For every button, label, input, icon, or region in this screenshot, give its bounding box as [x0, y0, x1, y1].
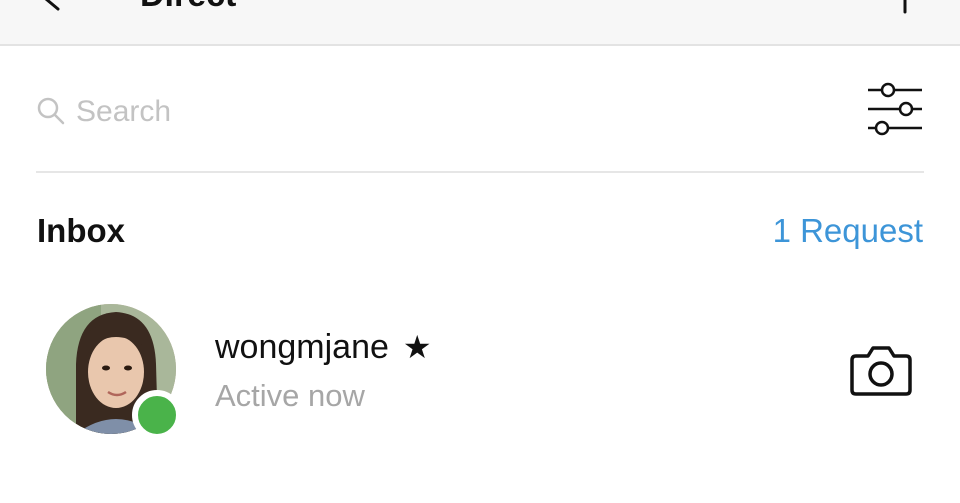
- back-arrow-icon[interactable]: [38, 0, 64, 12]
- message-requests-link[interactable]: 1 Request: [773, 212, 923, 250]
- camera-icon[interactable]: [850, 342, 912, 398]
- inbox-heading: Inbox: [37, 212, 125, 249]
- conversation-row[interactable]: wongmjane ★ Active now: [0, 290, 960, 450]
- online-status-dot: [132, 390, 182, 440]
- page-title: Direct: [140, 0, 236, 12]
- star-icon: ★: [402, 329, 432, 365]
- conversation-title: wongmjane ★: [215, 328, 432, 367]
- top-bar: Direct: [0, 0, 960, 46]
- search-divider: [36, 171, 924, 173]
- search-icon: [37, 97, 65, 125]
- activity-status: Active now: [215, 378, 365, 413]
- avatar[interactable]: [46, 304, 182, 440]
- plus-icon[interactable]: [893, 0, 917, 14]
- conversation-username: wongmjane: [215, 328, 389, 366]
- search-input[interactable]: [76, 90, 836, 134]
- search-bar: [36, 76, 924, 146]
- filter-sliders-icon[interactable]: [866, 80, 924, 138]
- direct-inbox-screen: Direct Inbox 1 Request: [0, 0, 960, 503]
